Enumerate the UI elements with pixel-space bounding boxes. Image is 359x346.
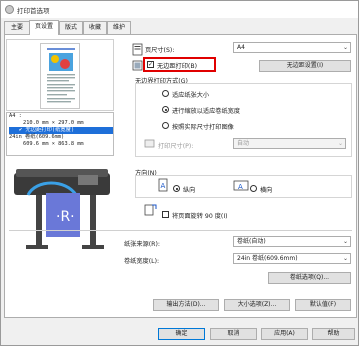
radio-scale-roll-width[interactable]	[162, 106, 169, 113]
summary-size-name: A4 :	[9, 113, 22, 119]
page-size-icon	[132, 43, 143, 56]
dialog-window: 打印首选项 主要 页设置 版式 收藏 维护 A4: 210.0 mm × 29…	[0, 0, 359, 346]
defaults-button[interactable]: 默认值(F)	[295, 299, 351, 311]
chevron-down-icon: ⌄	[342, 255, 348, 262]
tab-maintenance[interactable]: 维护	[107, 21, 131, 34]
summary-roll-dims: 609.6 mm × 863.8 mm	[23, 141, 84, 147]
radio-landscape-label: 横向	[260, 187, 273, 194]
tab-favorites[interactable]: 收藏	[83, 21, 107, 34]
tab-layout[interactable]: 版式	[59, 21, 83, 34]
divider	[9, 230, 352, 231]
roll-width-value: 24in 卷纸(609.6mm)	[237, 255, 298, 262]
print-size-value: 自动	[237, 140, 250, 147]
page-preview	[6, 39, 114, 111]
portrait-icon: A	[158, 178, 168, 192]
radio-portrait-label: 纵向	[183, 187, 196, 194]
rotate-checkbox[interactable]	[162, 211, 169, 218]
radio-fit-paper[interactable]	[162, 90, 169, 97]
radio-actual-size[interactable]	[162, 122, 169, 129]
landscape-icon: A	[233, 180, 249, 191]
borderless-icon	[132, 60, 143, 71]
document-thumbnail-icon	[47, 48, 75, 103]
preview-area: A4 : 210.0 mm × 297.0 mm ✔ 无边距打印(纸宽度) 24…	[6, 39, 114, 249]
paper-source-select[interactable]: 卷纸(自动) ⌄	[233, 236, 351, 247]
cancel-button[interactable]: 取消	[210, 328, 257, 340]
chevron-down-icon: ⌄	[342, 44, 348, 51]
print-size-icon	[144, 139, 155, 148]
print-size-select[interactable]: 自动 ⌄	[233, 138, 346, 149]
title-bar: 打印首选项	[1, 1, 358, 18]
borderless-label: 无边距打印(B)	[157, 63, 198, 70]
svg-text:A: A	[161, 182, 166, 190]
page-size-label: 页尺寸(S):	[145, 47, 175, 54]
borderless-settings-button[interactable]: 无边距设置(I)	[259, 60, 351, 72]
size-options-button[interactable]: 大小选项(Z)...	[224, 299, 290, 311]
radio-scale-roll-width-label: 进行缩放以适应卷纸宽度	[172, 108, 241, 115]
output-method-button[interactable]: 输出方法(D)...	[153, 299, 219, 311]
apply-button[interactable]: 应用(A)	[261, 328, 308, 340]
printer-app-icon	[5, 5, 14, 14]
page-size-value: A4	[237, 44, 245, 51]
roll-options-button[interactable]: 卷纸选项(Q)...	[268, 272, 351, 284]
print-size-label: 打印尺寸(P):	[158, 143, 194, 150]
ok-button[interactable]: 确定	[158, 328, 205, 340]
paper-source-label: 纸张来源(R):	[124, 241, 160, 248]
svg-text:·R·: ·R·	[56, 209, 75, 225]
radio-portrait[interactable]	[173, 185, 180, 192]
page-size-select[interactable]: A4 ⌄	[233, 42, 351, 53]
rotate-label: 将页面旋转 90 度(I)	[172, 213, 228, 220]
tab-page-setup[interactable]: 页设置	[29, 20, 59, 35]
radio-landscape[interactable]	[250, 185, 257, 192]
roll-width-label: 卷纸宽度(L):	[124, 258, 160, 265]
paper-sheet-preview	[40, 43, 80, 109]
svg-text:A: A	[238, 183, 243, 191]
window-title: 打印首选项	[17, 7, 50, 15]
summary-borderless-text: 无边距打印(纸宽度)	[25, 127, 75, 133]
borderless-checkbox[interactable]: ✓	[147, 61, 154, 68]
summary-size-dims: 210.0 mm × 297.0 mm	[23, 120, 84, 126]
chevron-down-icon: ⌄	[337, 140, 343, 147]
paper-source-value: 卷纸(自动)	[237, 238, 266, 245]
settings-summary: A4 : 210.0 mm × 297.0 mm ✔ 无边距打印(纸宽度) 24…	[6, 112, 114, 156]
tab-main[interactable]: 主要	[4, 21, 30, 34]
printer-illustration-icon: ·R·	[14, 169, 110, 249]
summary-borderless: ✔ 无边距打印(纸宽度)	[9, 127, 113, 134]
summary-roll-name: 24in 卷纸(609.6mm)	[9, 134, 65, 140]
help-button[interactable]: 帮助	[312, 328, 355, 340]
roll-width-select[interactable]: 24in 卷纸(609.6mm) ⌄	[233, 253, 351, 264]
rotate-page-icon	[144, 204, 157, 216]
radio-fit-paper-label: 适应纸张大小	[172, 92, 210, 99]
radio-actual-size-label: 按照实际尺寸打印图像	[172, 124, 234, 131]
chevron-down-icon: ⌄	[342, 238, 348, 245]
